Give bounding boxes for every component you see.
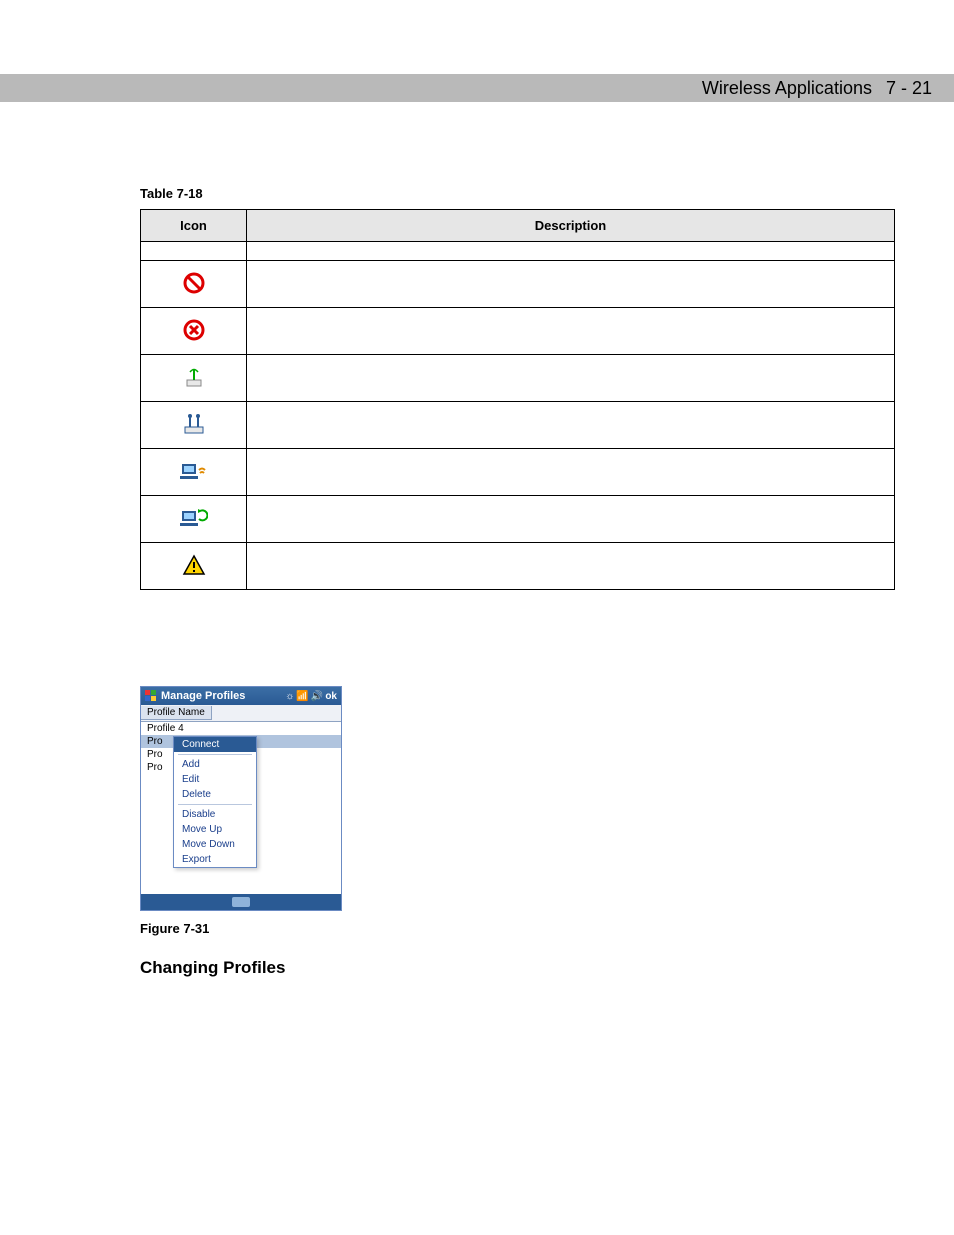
heading-changing-profiles: Changing Profiles: [140, 958, 894, 978]
menu-disable[interactable]: Disable: [174, 807, 256, 822]
table-row: [141, 543, 895, 590]
antenna-icon: 📶: [296, 691, 308, 702]
sip-bar: [141, 894, 341, 910]
no-entry-icon: [183, 272, 205, 297]
menu-export[interactable]: Export: [174, 852, 256, 867]
computer-signal-icon: [180, 460, 208, 485]
header-section-title: Wireless Applications: [702, 78, 872, 99]
col-header-icon: Icon: [141, 210, 247, 242]
column-header-profile-name[interactable]: Profile Name: [141, 706, 212, 720]
table-caption: Table 7-18: [140, 186, 894, 201]
window-title: Manage Profiles: [161, 690, 281, 702]
profile-list[interactable]: Profile 4 Pro Pro Pro Connect Add Edit D…: [141, 722, 341, 894]
ap-dual-antenna-icon: [179, 413, 209, 438]
menu-move-up[interactable]: Move Up: [174, 822, 256, 837]
menu-add[interactable]: Add: [174, 757, 256, 772]
table-row: [141, 402, 895, 449]
ok-button[interactable]: ok: [325, 691, 337, 702]
windows-flag-icon: [145, 690, 157, 702]
context-menu: Connect Add Edit Delete Disable Move Up …: [173, 736, 257, 868]
error-x-icon: [183, 319, 205, 344]
speaker-icon: 🔊: [311, 691, 323, 702]
icon-description-table: Icon Description: [140, 209, 895, 590]
column-header-row: Profile Name: [141, 705, 341, 722]
menu-edit[interactable]: Edit: [174, 772, 256, 787]
header-page-number: 7 - 21: [886, 78, 932, 99]
col-header-description: Description: [247, 210, 895, 242]
manage-profiles-window: Manage Profiles ☼ 📶 🔊 ok Profile Name Pr…: [140, 686, 342, 911]
ap-single-antenna-icon: [181, 366, 207, 391]
list-item[interactable]: Profile 4: [141, 722, 341, 735]
page-header: Wireless Applications 7 - 21: [702, 74, 932, 102]
figure-caption: Figure 7-31: [140, 921, 894, 936]
warning-triangle-icon: [182, 554, 206, 579]
window-titlebar: Manage Profiles ☼ 📶 🔊 ok: [141, 687, 341, 705]
table-row: [141, 261, 895, 308]
menu-connect[interactable]: Connect: [174, 737, 256, 752]
menu-move-down[interactable]: Move Down: [174, 837, 256, 852]
system-tray: ☼ 📶 🔊 ok: [285, 691, 337, 702]
table-row: [141, 355, 895, 402]
table-row: [141, 308, 895, 355]
table-row: [141, 496, 895, 543]
connectivity-icon: ☼: [285, 691, 294, 702]
table-row: [141, 449, 895, 496]
menu-delete[interactable]: Delete: [174, 787, 256, 802]
computer-refresh-icon: [180, 507, 208, 532]
keyboard-icon[interactable]: [232, 897, 250, 907]
